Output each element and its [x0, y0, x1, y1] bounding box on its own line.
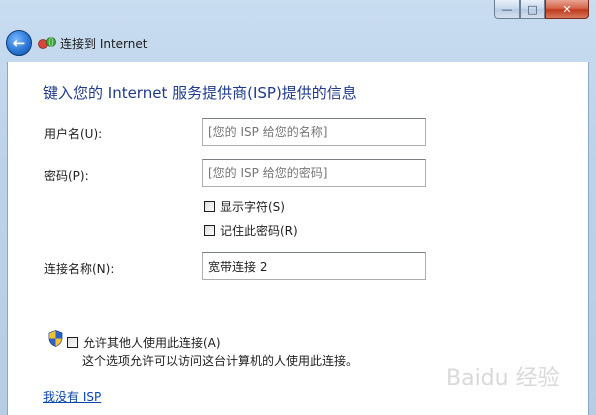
page-heading: 键入您的 Internet 服务提供商(ISP)提供的信息 [43, 84, 357, 102]
minimize-button[interactable]: — [494, 0, 520, 19]
password-label: 密码(P): [44, 169, 89, 183]
window-title: 连接到 Internet [60, 37, 148, 51]
uac-shield-icon [48, 330, 63, 347]
connection-name-input[interactable] [202, 252, 426, 280]
show-chars-checkbox[interactable] [204, 201, 215, 212]
show-chars-option[interactable]: 显示字符(S) [204, 198, 285, 215]
username-input[interactable] [202, 118, 426, 146]
maximize-icon: □ [527, 2, 538, 16]
allow-others-checkbox[interactable] [67, 337, 78, 348]
back-button[interactable]: ← [6, 30, 32, 56]
network-globe-icon [38, 37, 56, 49]
remember-password-label: 记住此密码(R) [220, 224, 298, 238]
watermark: Baidu 经验 [446, 366, 560, 391]
password-input[interactable] [202, 159, 426, 187]
remember-password-checkbox[interactable] [204, 225, 215, 236]
close-button[interactable]: ✕ [545, 0, 589, 19]
minimize-icon: — [501, 2, 513, 16]
no-isp-link[interactable]: 我没有 ISP [43, 388, 101, 405]
username-label: 用户名(U): [44, 127, 103, 141]
connection-name-label: 连接名称(N): [44, 262, 115, 276]
maximize-button[interactable]: □ [520, 0, 545, 19]
allow-others-note: 这个选项允许可以访问这台计算机的人使用此连接。 [82, 354, 359, 368]
show-chars-label: 显示字符(S) [220, 200, 285, 214]
close-icon: ✕ [562, 2, 572, 16]
back-arrow-icon: ← [12, 34, 26, 52]
allow-others-option[interactable]: 允许其他人使用此连接(A) [67, 334, 221, 351]
remember-password-option[interactable]: 记住此密码(R) [204, 222, 298, 239]
title-bar: — □ ✕ ← 连接到 Internet [0, 0, 596, 62]
allow-others-label: 允许其他人使用此连接(A) [83, 336, 221, 350]
